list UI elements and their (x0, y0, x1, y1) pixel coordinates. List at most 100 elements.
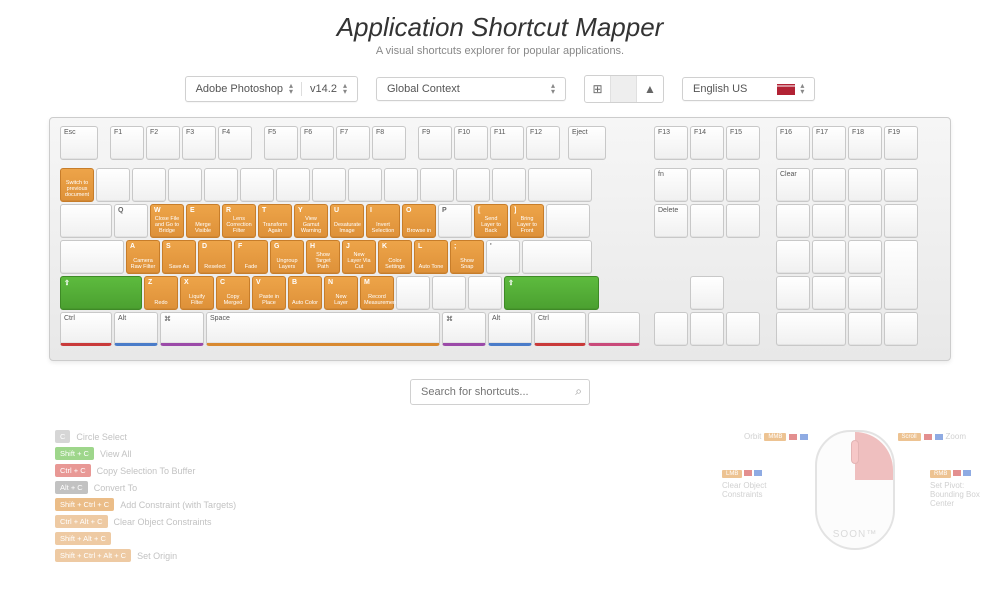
key-cmd-right[interactable]: ⌘ (442, 312, 486, 346)
key-f15[interactable]: F15 (726, 126, 760, 160)
key-numpad-8[interactable] (812, 204, 846, 238)
key-y[interactable]: YView Gamut Warning (294, 204, 328, 238)
key-help[interactable] (690, 168, 724, 202)
key-9[interactable] (384, 168, 418, 202)
key-end[interactable] (690, 204, 724, 238)
key-;[interactable]: ;Show Snap (450, 240, 484, 274)
key-f4[interactable]: F4 (218, 126, 252, 160)
key-minus[interactable] (456, 168, 490, 202)
key-k[interactable]: KColor Settings (378, 240, 412, 274)
key-f5[interactable]: F5 (264, 126, 298, 160)
key-arrow-down[interactable] (690, 312, 724, 346)
key-2[interactable] (132, 168, 166, 202)
key-numpad-5[interactable] (812, 240, 846, 274)
os-windows-button[interactable]: ⊞ (585, 76, 611, 102)
os-linux-button[interactable]: ▲ (637, 76, 663, 102)
key-numpad-div[interactable] (848, 168, 882, 202)
key-eject[interactable]: Eject (568, 126, 606, 160)
key-i[interactable]: IInvert Selection (366, 204, 400, 238)
key-alt-left[interactable]: Alt (114, 312, 158, 346)
key-numpad-7[interactable] (776, 204, 810, 238)
key-r[interactable]: RLens Correction Filter (222, 204, 256, 238)
key-arrow-up[interactable] (690, 276, 724, 310)
key-cmd-left[interactable]: ⌘ (160, 312, 204, 346)
key-'[interactable]: ' (486, 240, 520, 274)
key-m[interactable]: MRecord Measurements (360, 276, 394, 310)
key-esc[interactable]: Esc (60, 126, 98, 160)
key-v[interactable]: VPaste in Place (252, 276, 286, 310)
key-6[interactable] (276, 168, 310, 202)
key-f19[interactable]: F19 (884, 126, 918, 160)
key-f3[interactable]: F3 (182, 126, 216, 160)
key-punct[interactable] (432, 276, 466, 310)
key-1[interactable] (96, 168, 130, 202)
key-numpad-plus[interactable] (884, 240, 918, 310)
key-punct[interactable] (396, 276, 430, 310)
key-capslock[interactable] (60, 240, 124, 274)
key-shift-left[interactable]: ⇧ (60, 276, 142, 310)
key-f2[interactable]: F2 (146, 126, 180, 160)
key-f1[interactable]: F1 (110, 126, 144, 160)
context-select[interactable]: Global Context ▴▾ (376, 77, 566, 101)
key-0[interactable] (420, 168, 454, 202)
key-f[interactable]: FFade (234, 240, 268, 274)
key-numpad-enter[interactable] (884, 312, 918, 346)
key-f12[interactable]: F12 (526, 126, 560, 160)
key-f17[interactable]: F17 (812, 126, 846, 160)
key-w[interactable]: WClose File and Go to Bridge (150, 204, 184, 238)
key-numpad-0[interactable] (776, 312, 846, 346)
key-numpad-mul[interactable] (884, 168, 918, 202)
key-z[interactable]: ZRedo (144, 276, 178, 310)
language-select[interactable]: English US ▴▾ (682, 77, 815, 101)
key-4[interactable] (204, 168, 238, 202)
key-equals[interactable] (492, 168, 526, 202)
key-backspace[interactable] (528, 168, 592, 202)
key-numpad-clear[interactable]: Clear (776, 168, 810, 202)
key-numpad-2[interactable] (812, 276, 846, 310)
key-g[interactable]: GUngroup Layers (270, 240, 304, 274)
key-f11[interactable]: F11 (490, 126, 524, 160)
key-o[interactable]: OBrowse in (402, 204, 436, 238)
key-tab[interactable] (60, 204, 112, 238)
key-s[interactable]: SSave As (162, 240, 196, 274)
key-numpad-minus[interactable] (884, 204, 918, 238)
key-j[interactable]: JNew Layer Via Cut (342, 240, 376, 274)
key-f14[interactable]: F14 (690, 126, 724, 160)
key-e[interactable]: EMerge Visible (186, 204, 220, 238)
key-delete[interactable]: Delete (654, 204, 688, 238)
key-3[interactable] (168, 168, 202, 202)
key-8[interactable] (348, 168, 382, 202)
os-mac-button[interactable] (611, 76, 637, 102)
key-][interactable]: ]Bring Layer to Front (510, 204, 544, 238)
key-t[interactable]: TTransform Again (258, 204, 292, 238)
key-enter[interactable] (522, 240, 592, 274)
key-d[interactable]: DReselect (198, 240, 232, 274)
key-f8[interactable]: F8 (372, 126, 406, 160)
key-f18[interactable]: F18 (848, 126, 882, 160)
key-numpad-dot[interactable] (848, 312, 882, 346)
key-x[interactable]: XLiquify Filter (180, 276, 214, 310)
key-f10[interactable]: F10 (454, 126, 488, 160)
key-punct[interactable] (468, 276, 502, 310)
search-input[interactable] (410, 379, 590, 405)
key-numpad-6[interactable] (848, 240, 882, 274)
key-ctrl-right[interactable]: Ctrl (534, 312, 586, 346)
key-n[interactable]: NNew Layer (324, 276, 358, 310)
key-pageup[interactable] (726, 168, 760, 202)
key-f6[interactable]: F6 (300, 126, 334, 160)
key-c[interactable]: CCopy Merged (216, 276, 250, 310)
key-h[interactable]: HShow Target Path (306, 240, 340, 274)
key-pagedown[interactable] (726, 204, 760, 238)
key-numpad-4[interactable] (776, 240, 810, 274)
key-space[interactable]: Space (206, 312, 440, 346)
key-p[interactable]: P (438, 204, 472, 238)
key-fn[interactable]: fn (654, 168, 688, 202)
key-backtick[interactable]: Switch to previous document (60, 168, 94, 202)
key-shift-right[interactable]: ⇧ (504, 276, 599, 310)
key-q[interactable]: Q (114, 204, 148, 238)
key-numpad-1[interactable] (776, 276, 810, 310)
key-menu[interactable] (588, 312, 640, 346)
key-arrow-left[interactable] (654, 312, 688, 346)
key-backslash[interactable] (546, 204, 590, 238)
key-numpad-3[interactable] (848, 276, 882, 310)
